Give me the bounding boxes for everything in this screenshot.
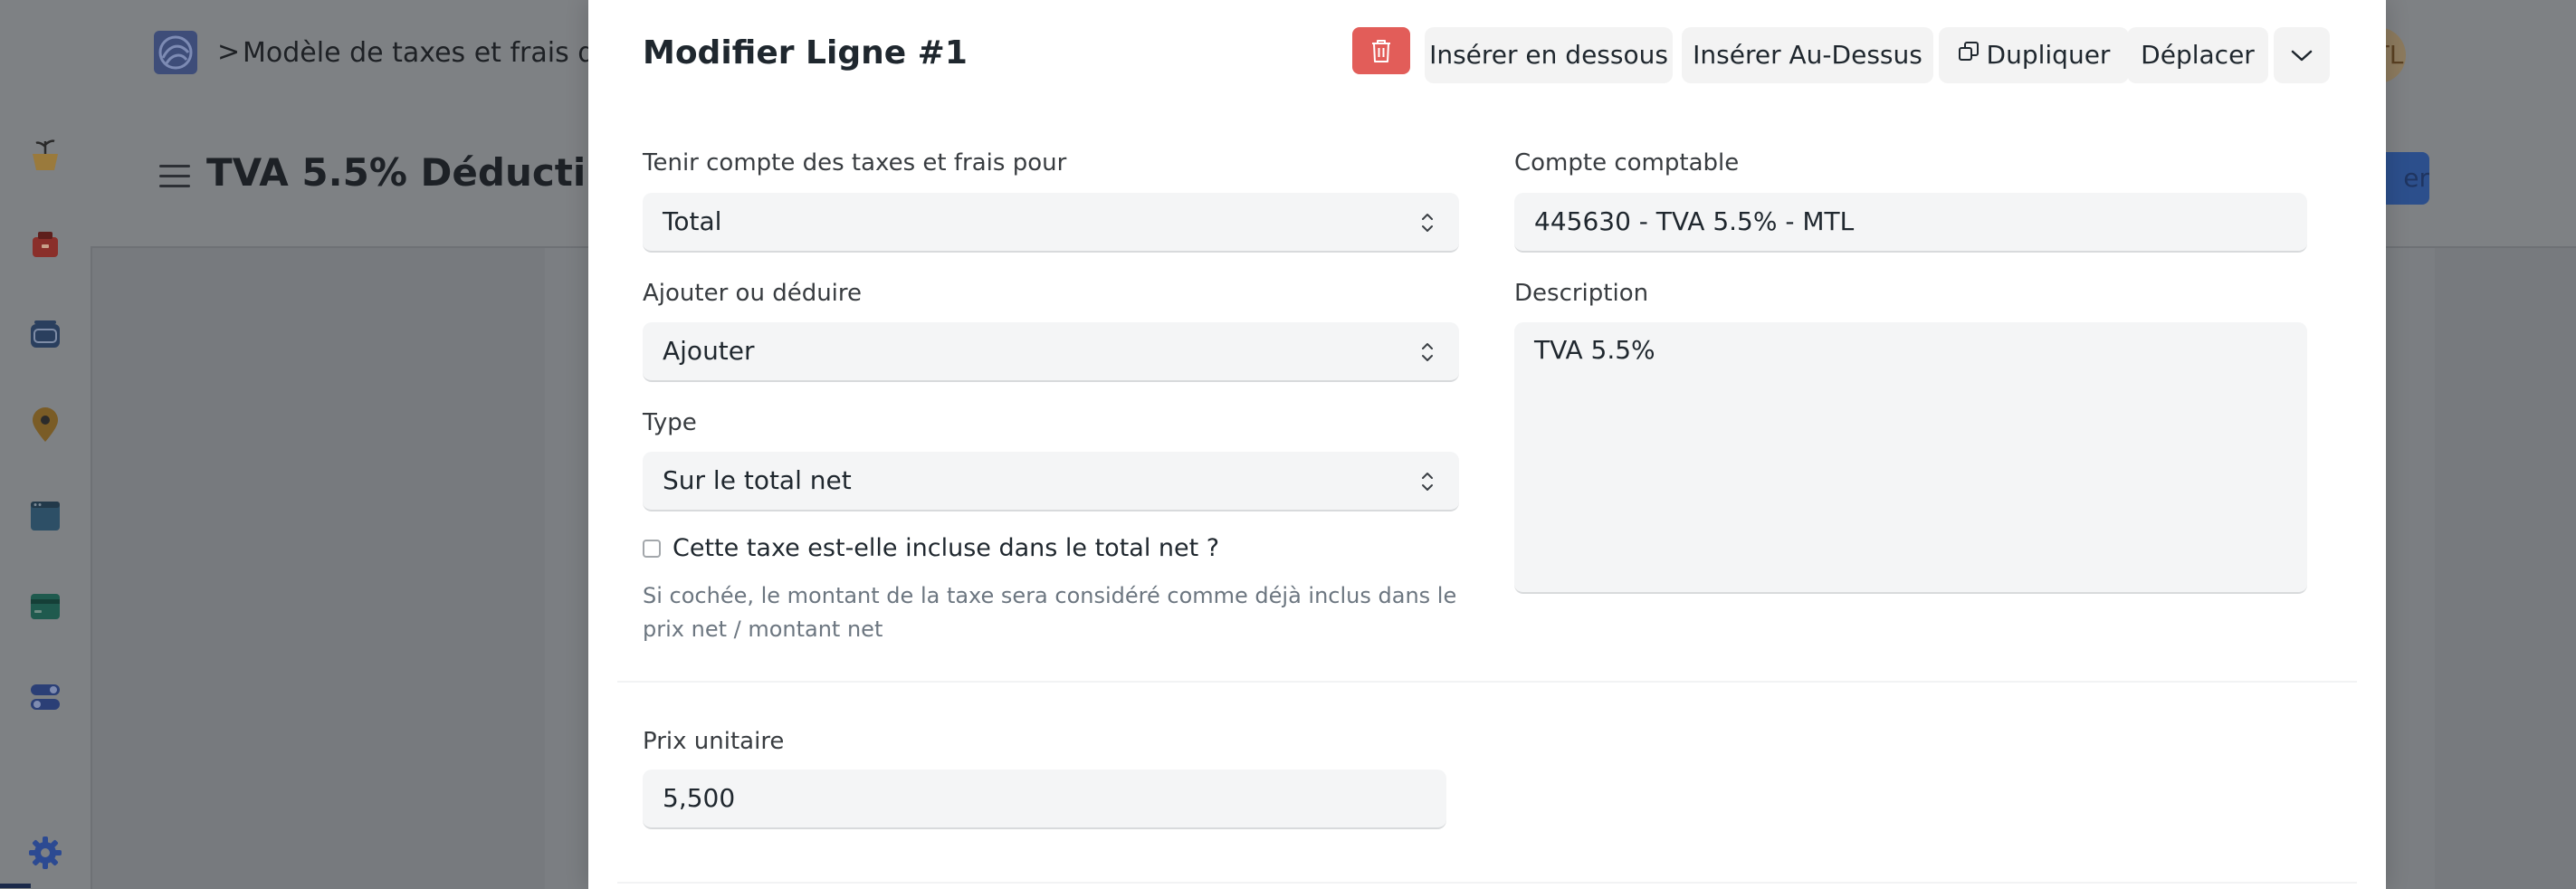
plant-pot-icon[interactable] xyxy=(25,136,65,176)
included-in-rate-label[interactable]: Cette taxe est-elle incluse dans le tota… xyxy=(673,534,1219,562)
dialog-title: Modifier Ligne #1 xyxy=(643,34,968,72)
edit-row-dialog: Modifier Ligne #1 Insérer en dessous Ins… xyxy=(588,0,2386,889)
stack-icon[interactable] xyxy=(25,315,65,355)
type-select[interactable]: Sur le total net xyxy=(643,452,1459,511)
consider-tax-value: Total xyxy=(663,206,722,236)
sidebar xyxy=(0,109,92,889)
rate-value: 5,500 xyxy=(663,783,736,813)
type-label: Type xyxy=(643,409,697,436)
delete-button[interactable] xyxy=(1352,27,1410,74)
select-arrows-icon xyxy=(1421,470,1434,493)
breadcrumb-current[interactable]: Modèle de taxes et frais d’ac xyxy=(243,37,635,69)
account-label: Compte comptable xyxy=(1514,149,1740,177)
add-deduct-value: Ajouter xyxy=(663,336,755,366)
map-pin-icon[interactable] xyxy=(25,406,65,445)
consider-tax-label: Tenir compte des taxes et frais pour xyxy=(643,149,1067,177)
add-deduct-label: Ajouter ou déduire xyxy=(643,280,863,307)
insert-below-button[interactable]: Insérer en dessous xyxy=(1425,27,1673,83)
cash-box-icon[interactable] xyxy=(25,225,65,264)
add-deduct-select[interactable]: Ajouter xyxy=(643,322,1459,382)
card-icon[interactable] xyxy=(25,587,65,626)
included-in-rate-checkbox[interactable] xyxy=(643,540,661,558)
duplicate-button[interactable]: Dupliquer xyxy=(1939,27,2129,83)
account-value: 445630 - TVA 5.5% - MTL xyxy=(1534,206,1855,236)
section-divider xyxy=(617,681,2357,683)
sidebar-active-indicator xyxy=(0,884,31,888)
trash-icon xyxy=(1372,40,1390,62)
select-arrows-icon xyxy=(1421,340,1434,364)
app-logo[interactable] xyxy=(154,31,197,74)
duplicate-label: Dupliquer xyxy=(1986,40,2111,70)
menu-icon[interactable] xyxy=(159,165,190,188)
gear-icon[interactable] xyxy=(25,833,65,873)
description-textarea[interactable]: TVA 5.5% xyxy=(1514,322,2307,594)
rate-label: Prix unitaire xyxy=(643,728,785,755)
consider-tax-select[interactable]: Total xyxy=(643,193,1459,253)
select-arrows-icon xyxy=(1421,211,1434,234)
duplicate-icon xyxy=(1958,26,1980,82)
type-value: Sur le total net xyxy=(663,465,852,495)
rate-input[interactable]: 5,500 xyxy=(643,770,1446,829)
section-divider xyxy=(617,882,2357,884)
account-input[interactable]: 445630 - TVA 5.5% - MTL xyxy=(1514,193,2307,253)
toggle-list-icon[interactable] xyxy=(25,677,65,717)
description-value: TVA 5.5% xyxy=(1534,335,1655,365)
chevron-down-icon xyxy=(2291,50,2313,62)
more-actions-button[interactable] xyxy=(2274,27,2330,83)
description-label: Description xyxy=(1514,280,1649,307)
window-icon[interactable] xyxy=(25,496,65,536)
breadcrumb-separator: > xyxy=(217,36,241,68)
insert-above-button[interactable]: Insérer Au-Dessus xyxy=(1682,27,1933,83)
included-in-rate-help: Si cochée, le montant de la taxe sera co… xyxy=(643,583,1457,642)
move-button[interactable]: Déplacer xyxy=(2127,27,2268,83)
